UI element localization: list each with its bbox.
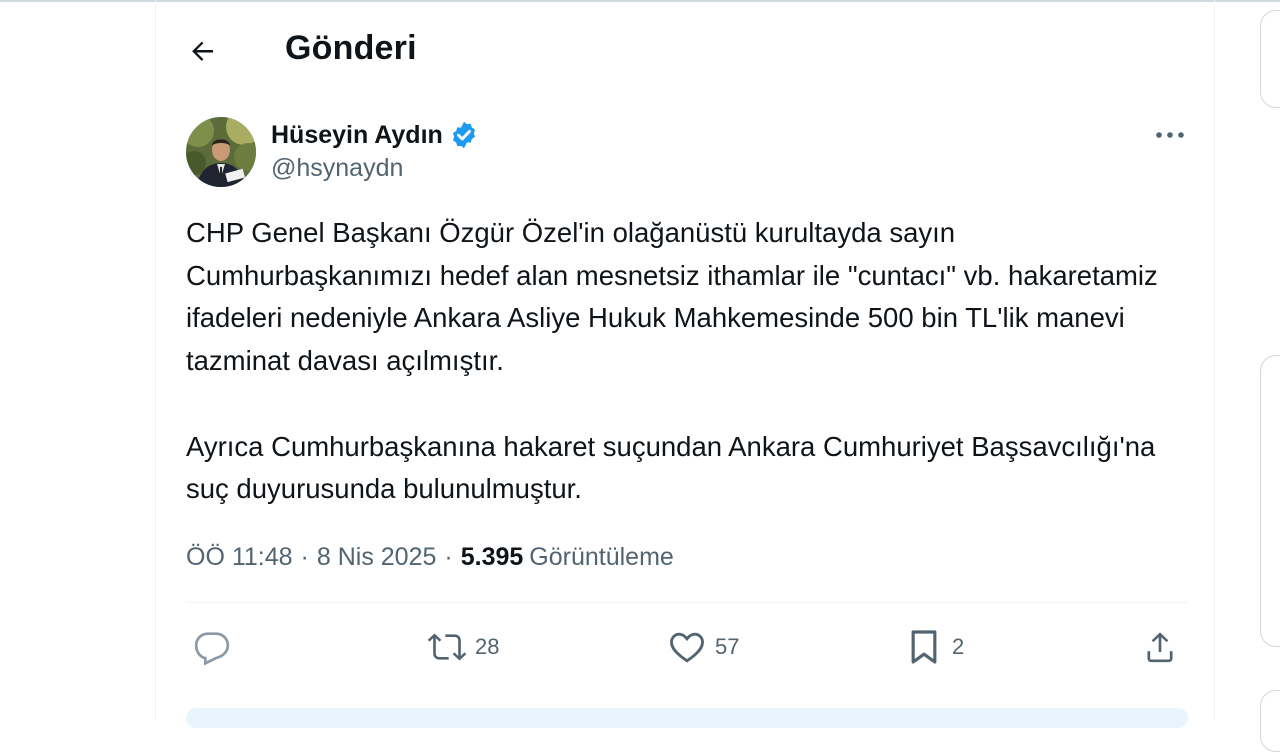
views-count: 5.395 [460,542,524,571]
author-name[interactable]: Hüseyin Aydın [271,121,443,150]
tweet-time[interactable]: ÖÖ 11:48 [186,543,293,572]
heart-icon [670,632,704,663]
back-button[interactable] [180,28,226,74]
like-count: 57 [715,634,740,659]
meta-separator: · [444,542,453,571]
retweet-button[interactable]: 28 [427,620,499,674]
avatar-photo [186,117,256,187]
tweet-paragraph: Ayrıca Cumhurbaşkanına hakaret suçundan … [186,430,1156,505]
side-card [1260,690,1280,752]
like-button[interactable]: 57 [667,620,739,674]
more-horizontal-icon [1156,132,1184,138]
side-card [1260,10,1280,108]
verified-badge-icon [452,121,475,149]
action-bar: 28 57 2 [156,620,1214,674]
share-button[interactable] [1140,620,1180,674]
page-header: Gönderi [156,0,1214,100]
retweet-icon [427,633,467,661]
page-title: Gönderi [285,29,417,67]
bookmark-button[interactable]: 2 [904,620,964,674]
tweet-meta: ÖÖ 11:48 · 8 Nis 2025 · 5.395 Görüntülem… [186,538,674,576]
views-label: Görüntüleme [529,542,674,571]
retweet-count: 28 [475,634,500,659]
tweet-paragraph: CHP Genel Başkanı Özgür Özel'in olağanüs… [186,217,1158,377]
reply-button[interactable] [192,620,232,674]
main-column: Gönderi Hüseyin Aydın @hsynaydn CHP Gene… [155,0,1215,728]
divider [186,602,1188,603]
tweet-text: CHP Genel Başkanı Özgür Özel'in olağanüs… [186,212,1186,511]
bookmark-count: 2 [952,634,965,659]
author-row: Hüseyin Aydın [271,118,479,152]
arrow-left-icon [192,41,213,61]
meta-separator: · [300,542,309,571]
side-card [1260,355,1280,647]
more-options-button[interactable] [1146,116,1194,154]
reply-icon [194,632,230,666]
bookmark-icon [911,630,937,664]
author-handle[interactable]: @hsynaydn [271,154,403,183]
tweet-date[interactable]: 8 Nis 2025 [317,543,437,572]
avatar[interactable] [186,117,256,187]
share-icon [1147,632,1173,663]
reply-composer[interactable] [186,708,1188,728]
